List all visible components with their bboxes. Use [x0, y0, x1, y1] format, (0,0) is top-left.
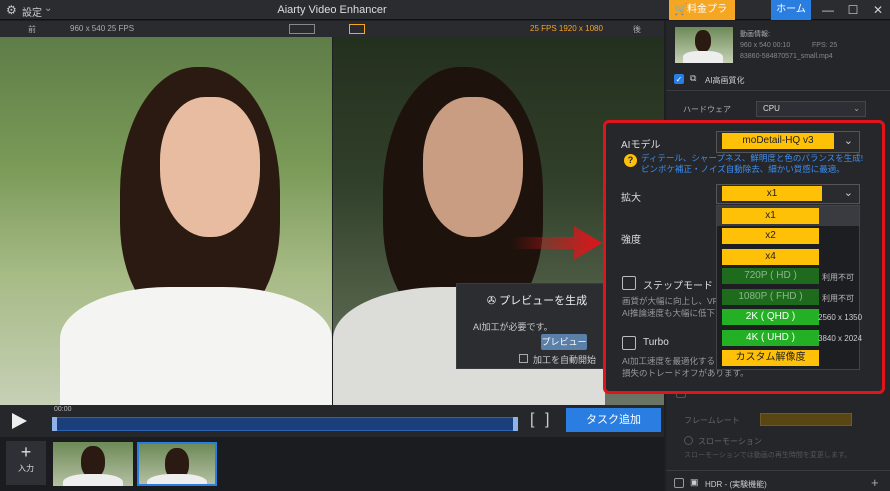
aperture-icon: ✇ — [486, 295, 500, 307]
help-icon[interactable]: ? — [624, 154, 637, 167]
slowmo-label: スローモーション — [698, 437, 762, 446]
strength-label: 強度 — [621, 235, 641, 246]
preview-header: 前 960 x 540 25 FPS 25 FPS 1920 x 1080 後 — [0, 21, 664, 37]
chevron-down-icon: ⌄ — [853, 104, 860, 113]
clip-thumbnail-selected[interactable] — [137, 442, 217, 486]
option-4k[interactable]: 4K ( UHD ) — [722, 330, 819, 346]
option-720p-status: 利用不可 — [822, 273, 854, 282]
option-1080p[interactable]: 1080P ( FHD ) — [722, 289, 819, 305]
framerate-select[interactable] — [760, 413, 852, 426]
video-resolution: 960 x 540 00:10 — [740, 42, 791, 49]
timeline-time: 00:00 — [54, 406, 72, 413]
scale-label: 拡大 — [621, 193, 641, 204]
hdr-expand-icon[interactable]: + — [871, 475, 879, 490]
option-x2[interactable]: x2 — [722, 228, 819, 244]
option-4k-resolution: 3840 x 2024 — [818, 334, 863, 343]
minimize-icon[interactable]: — — [816, 0, 840, 20]
hdr-icon: ▣ — [690, 477, 699, 487]
need-ai-text: AI加工が必要です。 — [473, 322, 553, 332]
split-view-icon[interactable] — [289, 24, 315, 34]
option-custom-resolution[interactable]: カスタム解像度 — [722, 350, 819, 366]
hdr-label: HDR - (実験機能) — [705, 480, 767, 489]
ai-enhance-checkbox[interactable]: ✓ — [674, 74, 684, 84]
hardware-value: CPU — [763, 104, 780, 113]
hardware-select[interactable]: CPU ⌄ — [756, 101, 866, 117]
hdr-checkbox[interactable] — [674, 478, 684, 488]
video-thumbnail — [675, 27, 733, 63]
add-input-button[interactable]: + 入力 — [6, 441, 46, 485]
red-arrow-icon — [512, 226, 602, 260]
stepmode-checkbox[interactable] — [622, 276, 636, 290]
divider — [666, 90, 890, 91]
plus-icon: + — [20, 442, 32, 462]
clip-thumbnail[interactable] — [53, 442, 133, 486]
add-task-button[interactable]: タスク追加 — [566, 408, 661, 432]
slowmo-radio[interactable] — [684, 436, 693, 445]
app-title: Aiarty Video Enhancer — [277, 4, 387, 16]
option-1080p-status: 利用不可 — [822, 294, 854, 303]
preview-generate-panel: ✇ プレビューを生成 AI加工が必要です。 プレビュー 加工を自動開始 — [456, 283, 616, 369]
preview-button[interactable]: プレビュー — [541, 334, 587, 350]
after-label: 後 — [633, 25, 641, 34]
turbo-checkbox[interactable] — [622, 336, 636, 350]
add-input-label: 入力 — [18, 464, 34, 473]
stepmode-desc: 画質が大幅に向上し、VR — [622, 296, 719, 306]
ai-model-label: AIモデル — [621, 140, 661, 151]
option-2k-resolution: 2560 x 1350 — [818, 313, 863, 322]
trim-end-icon[interactable]: ] — [545, 411, 549, 429]
before-info: 960 x 540 25 FPS — [70, 24, 135, 33]
hardware-label: ハードウェア — [683, 105, 731, 114]
title-bar: ⚙ 設定 ⌄ Aiarty Video Enhancer — [0, 0, 890, 20]
description-line: ディテール、シャープネス、鮮明度と色のバランスを生成! — [641, 153, 864, 163]
stepmode-label: ステップモード — [643, 281, 713, 292]
slowmo-desc: スローモーションでは動画の再生時間を変更します。 — [684, 452, 852, 459]
video-info-label: 動画情報: — [740, 31, 770, 38]
auto-start-label: 加工を自動開始 — [533, 355, 597, 365]
home-button[interactable]: ホーム — [771, 0, 811, 20]
option-x4[interactable]: x4 — [722, 249, 819, 265]
video-filename: 83860-584870571_small.mp4 — [740, 53, 833, 60]
timeline: 00:00 [ ] — [0, 405, 664, 437]
auto-start-checkbox[interactable] — [519, 354, 528, 363]
preview-panel-title: ✇ プレビューを生成 — [486, 295, 588, 307]
end-handle[interactable] — [513, 417, 518, 431]
after-info: 25 FPS 1920 x 1080 — [530, 24, 603, 33]
before-label: 前 — [28, 25, 36, 34]
ai-model-value: moDetail-HQ v3 — [722, 133, 834, 149]
cart-icon: 🛒 — [674, 4, 688, 16]
ai-enhance-label: AI高画質化 — [705, 76, 745, 85]
chevron-down-icon: ⌄ — [843, 135, 853, 147]
pricing-button[interactable]: 🛒料金プラン — [669, 0, 735, 35]
ai-model-description: ディテール、シャープネス、鮮明度と色のバランスを生成! ピンボケ補正・ノイズ自動… — [641, 153, 871, 175]
option-2k[interactable]: 2K ( QHD ) — [722, 309, 819, 325]
video-fps: FPS: 25 — [812, 42, 838, 49]
turbo-label: Turbo — [643, 337, 669, 348]
start-handle[interactable] — [52, 417, 57, 431]
framerate-label: フレームレート — [684, 416, 740, 425]
divider — [666, 470, 890, 471]
timeline-scrubber[interactable] — [52, 417, 518, 431]
turbo-desc: AI加工速度を最適化する — [622, 356, 716, 366]
chevron-down-icon: ⌄ — [843, 187, 853, 199]
stepmode-desc: AI推論速度も大幅に低下 — [622, 308, 716, 318]
trim-start-icon[interactable]: [ — [530, 411, 534, 429]
maximize-icon[interactable]: ☐ — [841, 0, 865, 20]
option-720p[interactable]: 720P ( HD ) — [722, 268, 819, 284]
description-line: ピンボケ補正・ノイズ自動除去、細かい質感に最適。 — [641, 164, 845, 174]
play-icon[interactable] — [10, 412, 28, 430]
option-x1[interactable]: x1 — [722, 208, 819, 224]
ai-enhance-icon: ⧉ — [690, 73, 697, 83]
compare-view-icon[interactable] — [349, 24, 365, 34]
close-icon[interactable]: ✕ — [866, 0, 890, 20]
scale-value: x1 — [722, 186, 822, 201]
before-preview-image — [0, 37, 332, 405]
